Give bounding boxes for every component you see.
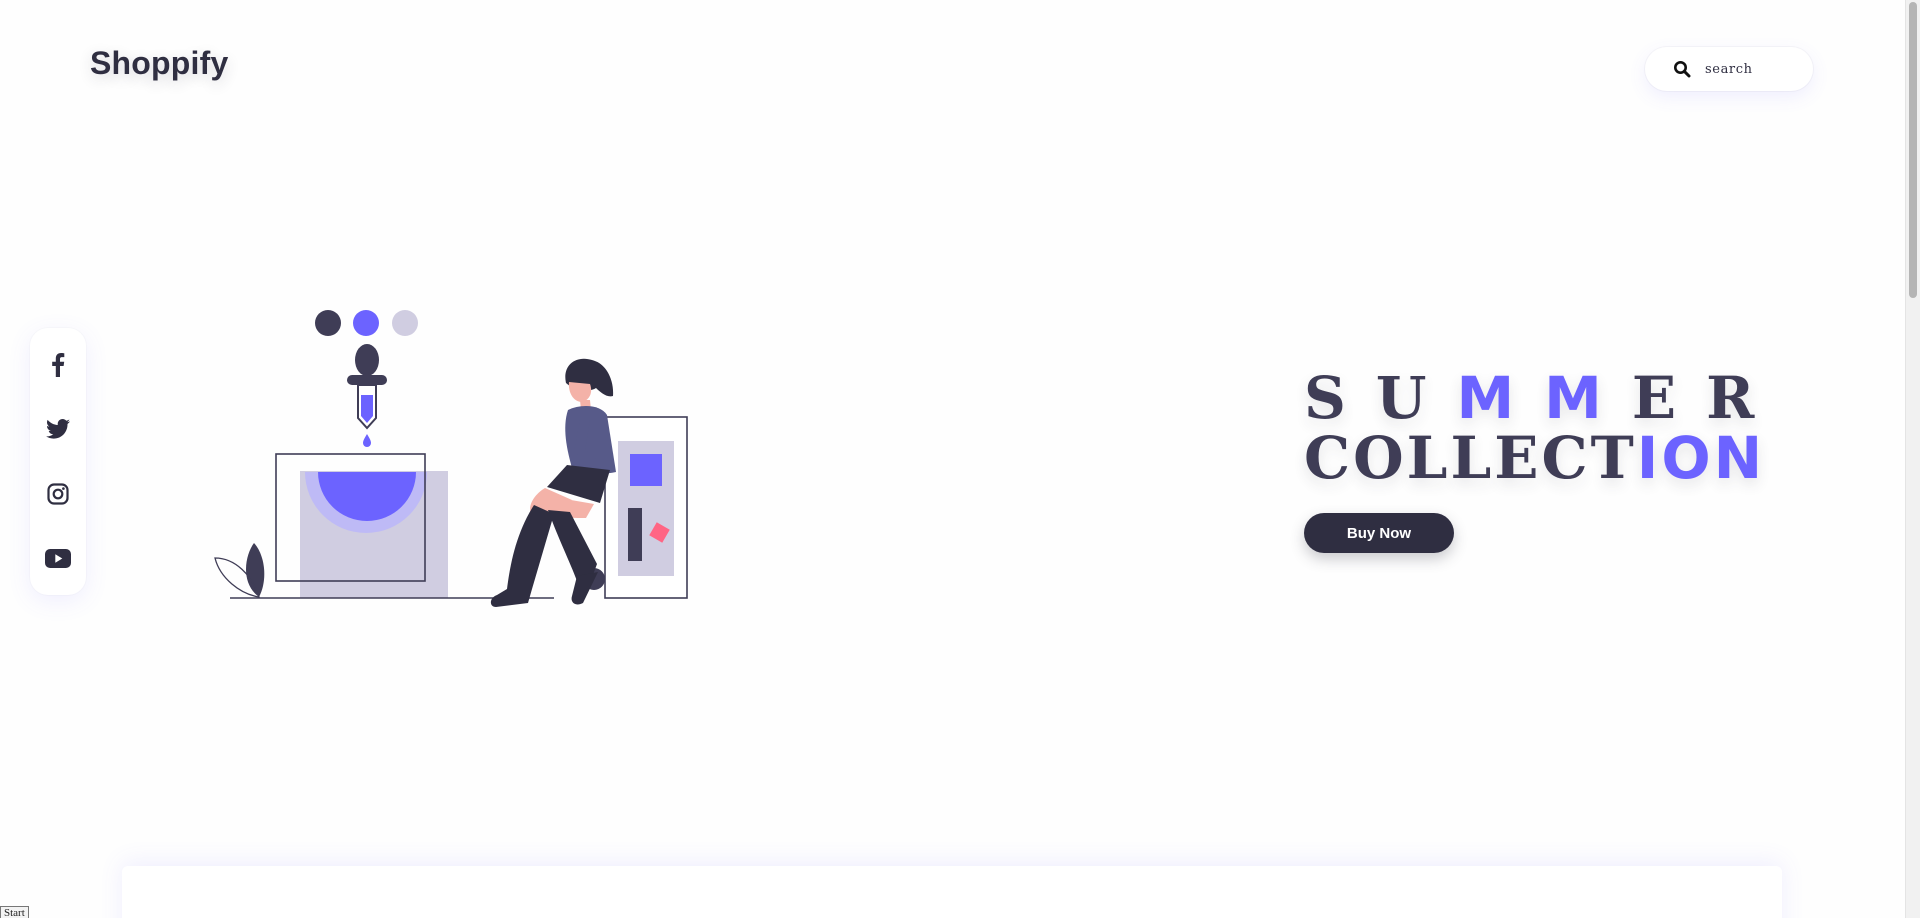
page-scrollbar[interactable] bbox=[1905, 0, 1920, 918]
hero-title: SUMMER COLLECTION bbox=[1304, 368, 1784, 488]
facebook-icon bbox=[52, 353, 65, 377]
search-input[interactable] bbox=[1703, 60, 1807, 78]
light-dot bbox=[392, 310, 418, 336]
youtube-link[interactable] bbox=[30, 538, 86, 578]
dropper-icon bbox=[347, 344, 387, 447]
twitter-icon bbox=[46, 419, 70, 439]
dark-dot bbox=[315, 310, 341, 336]
hero-illustration bbox=[214, 310, 688, 607]
content-card bbox=[122, 866, 1782, 918]
hero-line-1-end: ER bbox=[1631, 364, 1785, 432]
search-box[interactable] bbox=[1645, 47, 1813, 91]
scrollbar-thumb[interactable] bbox=[1909, 2, 1917, 298]
hero-line-1-accent: MM bbox=[1456, 364, 1632, 432]
youtube-icon bbox=[45, 548, 71, 568]
facebook-link[interactable] bbox=[30, 345, 86, 385]
purple-dot bbox=[353, 310, 379, 336]
hero-line-2-start: COLLECT bbox=[1304, 424, 1637, 492]
site-logo[interactable]: Shoppify bbox=[90, 45, 228, 82]
woman-figure bbox=[490, 358, 616, 607]
social-sidebar bbox=[30, 328, 86, 595]
page: Shoppify search SUMMER COLLECTION Buy No… bbox=[0, 0, 1920, 918]
buy-now-button[interactable]: Buy Now bbox=[1304, 513, 1454, 553]
twitter-link[interactable] bbox=[30, 409, 86, 449]
search-icon[interactable] bbox=[1673, 60, 1691, 78]
instagram-icon bbox=[47, 483, 69, 505]
hero-line-2: COLLECTION bbox=[1304, 428, 1784, 488]
start-badge[interactable]: Start bbox=[0, 906, 29, 918]
hero-line-1: SUMMER bbox=[1304, 368, 1784, 428]
instagram-link[interactable] bbox=[30, 474, 86, 514]
hero-line-2-accent: ION bbox=[1636, 424, 1766, 492]
hero-line-1-start: SU bbox=[1304, 364, 1457, 432]
